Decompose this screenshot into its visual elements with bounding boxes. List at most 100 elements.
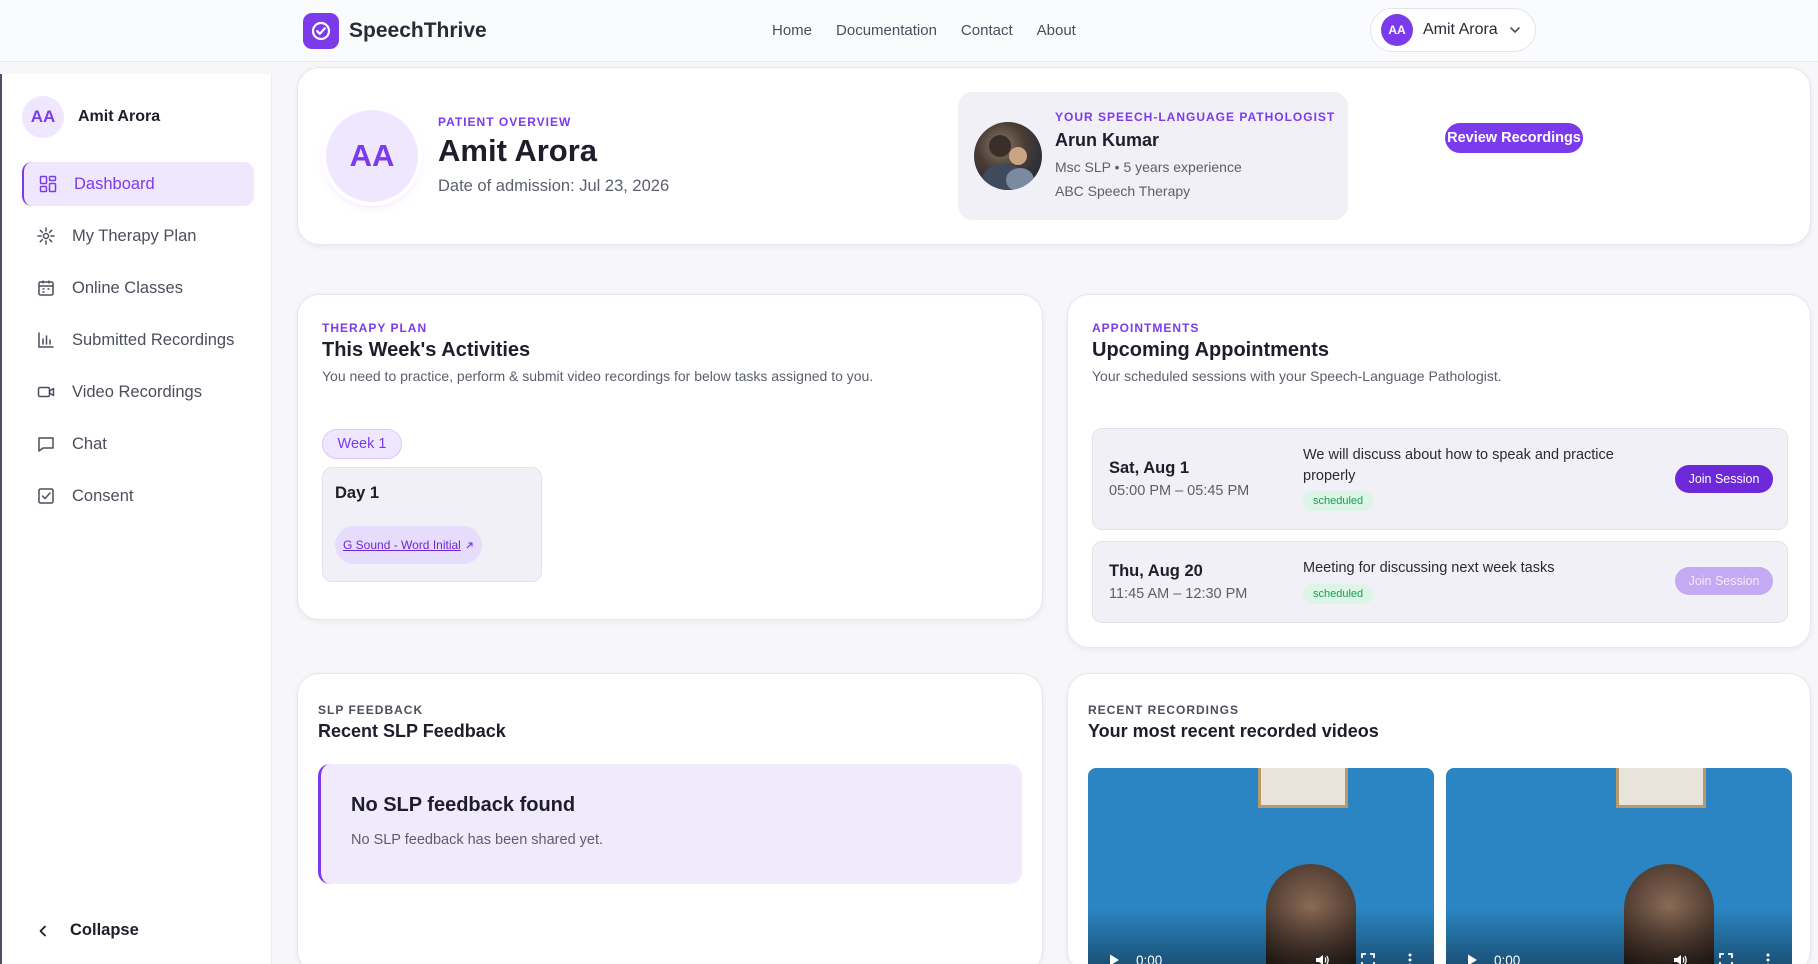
appointment-item: Thu, Aug 20 11:45 AM – 12:30 PM Meeting … <box>1092 541 1788 623</box>
overview-eyebrow: PATIENT OVERVIEW <box>438 115 572 129</box>
fullscreen-icon[interactable] <box>1718 952 1734 964</box>
sidebar-item-online-classes[interactable]: Online Classes <box>22 266 254 310</box>
volume-icon[interactable] <box>1314 952 1330 964</box>
collapse-label: Collapse <box>70 921 139 939</box>
external-link-icon <box>466 542 473 548</box>
appointments-eyebrow: APPOINTMENTS <box>1092 321 1200 335</box>
status-badge: scheduled <box>1303 491 1374 511</box>
appointment-time: 05:00 PM – 05:45 PM <box>1109 483 1250 499</box>
chevron-left-icon <box>39 925 46 936</box>
appointment-description: Meeting for discussing next week tasks <box>1303 560 1555 576</box>
collapse-button[interactable]: Collapse <box>36 921 139 940</box>
slp-feedback-card: SLP FEEDBACK Recent SLP Feedback No SLP … <box>297 673 1043 964</box>
video-time: 0:00 <box>1494 952 1521 964</box>
feedback-empty-state: No SLP feedback found No SLP feedback ha… <box>318 764 1022 884</box>
sidebar-nav: Dashboard My Therapy Plan Online Classes… <box>22 162 254 526</box>
top-bar: SpeechThrive Home Documentation Contact … <box>0 0 1818 62</box>
brand-check-icon <box>303 13 339 49</box>
sidebar-item-consent[interactable]: Consent <box>22 474 254 518</box>
play-icon[interactable] <box>1106 952 1122 964</box>
feedback-eyebrow: SLP FEEDBACK <box>318 703 424 717</box>
feedback-empty-subtitle: No SLP feedback has been shared yet. <box>351 832 604 848</box>
recordings-eyebrow: RECENT RECORDINGS <box>1088 703 1240 717</box>
sidebar: AA Amit Arora Dashboard My Therapy Plan … <box>0 74 272 964</box>
day-card: Day 1 G Sound - Word Initial <box>322 467 542 582</box>
week-tab[interactable]: Week 1 <box>322 429 402 459</box>
appointments-subtitle: Your scheduled sessions with your Speech… <box>1092 368 1502 384</box>
video-controls: 0:00 <box>1106 952 1418 964</box>
join-session-button-disabled[interactable]: Join Session <box>1675 567 1773 595</box>
nav-contact[interactable]: Contact <box>961 22 1013 39</box>
appointment-time: 11:45 AM – 12:30 PM <box>1109 586 1248 602</box>
video-player[interactable]: 0:00 <box>1088 768 1434 964</box>
slp-clinic: ABC Speech Therapy <box>1055 183 1191 199</box>
sidebar-user: AA Amit Arora <box>22 96 160 138</box>
task-link[interactable]: G Sound - Word Initial <box>335 526 482 564</box>
patient-name: Amit Arora <box>438 133 598 168</box>
appointments-card: APPOINTMENTS Upcoming Appointments Your … <box>1067 294 1811 648</box>
feedback-title: Recent SLP Feedback <box>318 721 506 741</box>
review-recordings-button[interactable]: Review Recordings <box>1445 123 1583 153</box>
sidebar-item-dashboard[interactable]: Dashboard <box>22 162 254 206</box>
user-menu[interactable]: AA Amit Arora <box>1370 8 1536 52</box>
slp-credentials: Msc SLP • 5 years experience <box>1055 159 1242 175</box>
grid-icon <box>39 175 57 193</box>
appointments-title: Upcoming Appointments <box>1092 339 1330 361</box>
user-avatar: AA <box>1381 14 1413 46</box>
checkbox-icon <box>38 488 54 504</box>
nav-about[interactable]: About <box>1037 22 1076 39</box>
appointment-item: Sat, Aug 1 05:00 PM – 05:45 PM We will d… <box>1092 428 1788 530</box>
user-menu-name: Amit Arora <box>1423 21 1498 38</box>
more-options-icon[interactable] <box>1402 952 1418 964</box>
slp-info-box: YOUR SPEECH-LANGUAGE PATHOLOGIST Arun Ku… <box>958 92 1348 220</box>
slp-eyebrow: YOUR SPEECH-LANGUAGE PATHOLOGIST <box>1055 110 1336 124</box>
more-options-icon[interactable] <box>1760 952 1776 964</box>
appointment-date: Sat, Aug 1 <box>1109 459 1190 477</box>
video-icon <box>37 386 55 398</box>
slp-photo <box>974 122 1042 190</box>
sidebar-item-label: Chat <box>72 434 107 453</box>
play-icon[interactable] <box>1464 952 1480 964</box>
sidebar-item-therapy-plan[interactable]: My Therapy Plan <box>22 214 254 258</box>
sidebar-item-label: My Therapy Plan <box>72 226 197 245</box>
admission-date: Date of admission: Jul 23, 2026 <box>438 177 670 195</box>
sidebar-item-label: Dashboard <box>74 174 155 193</box>
recent-recordings-card: RECENT RECORDINGS Your most recent recor… <box>1067 673 1811 964</box>
volume-icon[interactable] <box>1672 952 1688 964</box>
status-badge: scheduled <box>1303 584 1374 604</box>
video-time: 0:00 <box>1136 952 1163 964</box>
therapy-plan-card: THERAPY PLAN This Week's Activities You … <box>297 294 1043 620</box>
sidebar-item-label: Submitted Recordings <box>72 330 235 349</box>
chevron-down-icon <box>1509 27 1520 33</box>
slp-name: Arun Kumar <box>1055 130 1160 150</box>
appointment-description: We will discuss about how to speak and p… <box>1303 447 1614 484</box>
task-label: G Sound - Word Initial <box>343 538 461 552</box>
sidebar-user-name: Amit Arora <box>78 108 161 125</box>
day-title: Day 1 <box>335 484 380 502</box>
nav-documentation[interactable]: Documentation <box>836 22 937 39</box>
sidebar-item-label: Consent <box>72 486 134 505</box>
fullscreen-icon[interactable] <box>1360 952 1376 964</box>
patient-overview-card: AA PATIENT OVERVIEW Amit Arora Date of a… <box>297 67 1811 245</box>
top-nav: Home Documentation Contact About <box>772 22 1076 39</box>
recordings-title: Your most recent recorded videos <box>1088 721 1379 741</box>
sidebar-item-label: Online Classes <box>72 278 183 297</box>
therapy-subtitle: You need to practice, perform & submit v… <box>322 368 874 384</box>
wall-frame <box>1258 768 1348 808</box>
video-player[interactable]: 0:00 <box>1446 768 1792 964</box>
calendar-icon <box>38 280 54 296</box>
appointment-date: Thu, Aug 20 <box>1109 562 1203 580</box>
patient-avatar: AA <box>326 110 418 202</box>
sparkle-icon <box>37 227 55 245</box>
sidebar-item-submitted-recordings[interactable]: Submitted Recordings <box>22 318 254 362</box>
nav-home[interactable]: Home <box>772 22 812 39</box>
sidebar-item-video-recordings[interactable]: Video Recordings <box>22 370 254 414</box>
brand[interactable]: SpeechThrive <box>303 13 487 49</box>
therapy-eyebrow: THERAPY PLAN <box>322 321 428 335</box>
sidebar-item-label: Video Recordings <box>72 382 202 401</box>
sidebar-item-chat[interactable]: Chat <box>22 422 254 466</box>
sidebar-avatar: AA <box>22 96 64 138</box>
video-controls: 0:00 <box>1464 952 1776 964</box>
join-session-button[interactable]: Join Session <box>1675 465 1773 493</box>
wall-frame <box>1616 768 1706 808</box>
